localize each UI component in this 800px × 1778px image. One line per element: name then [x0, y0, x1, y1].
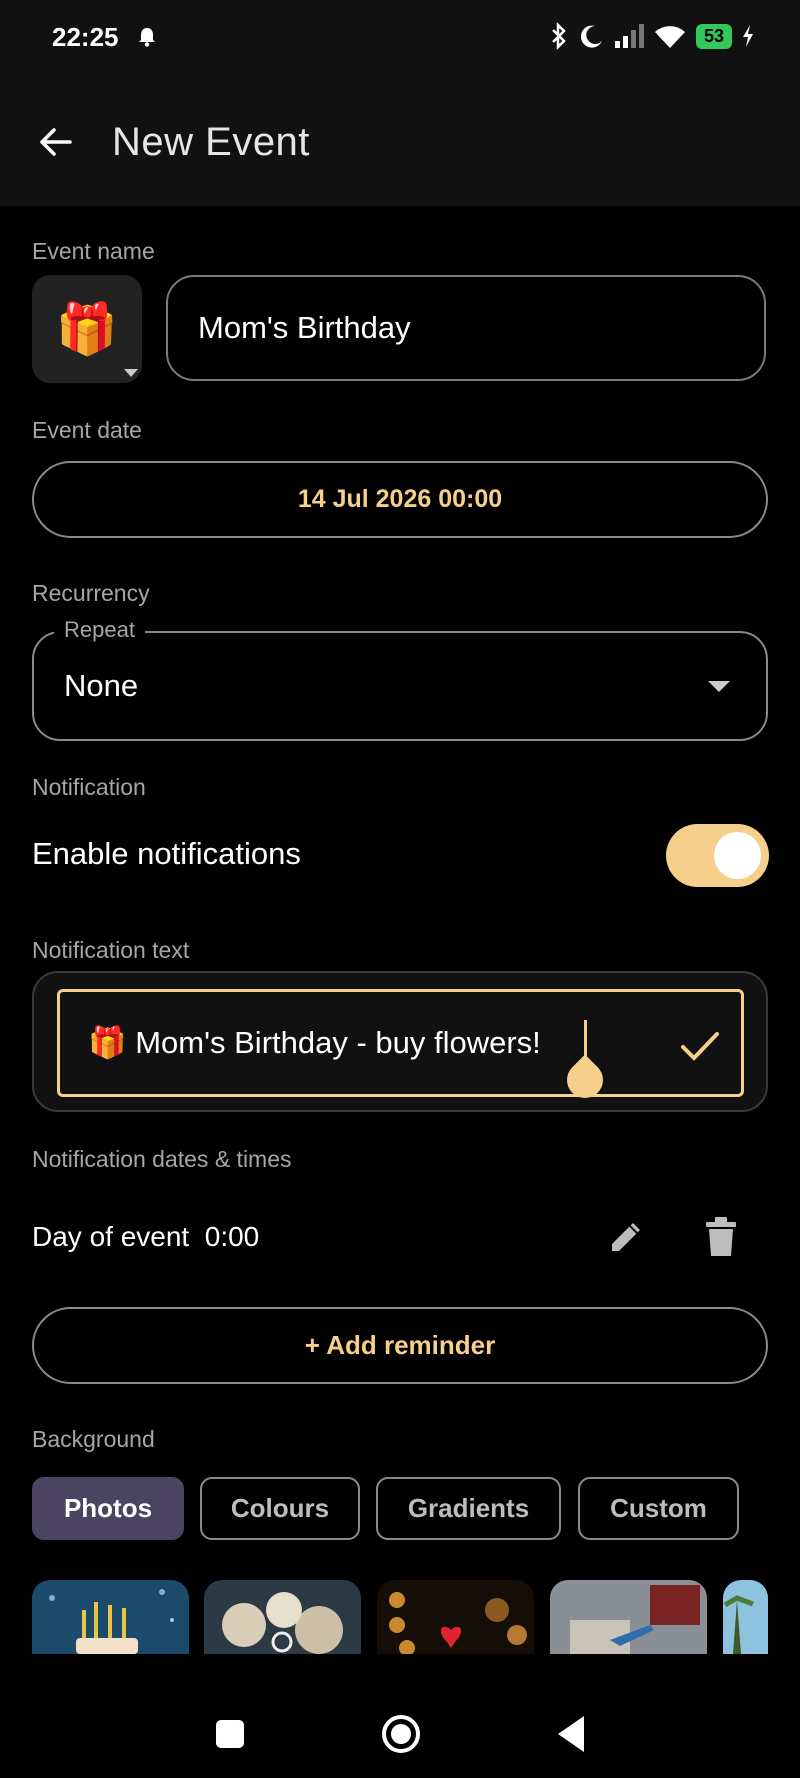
background-photo-travel[interactable] [550, 1580, 707, 1654]
notification-text-value: 🎁 Mom's Birthday - buy flowers! [88, 1025, 541, 1060]
notification-text-label: Notification text [32, 937, 190, 963]
battery-icon: 53 [695, 23, 732, 49]
signal-icon [614, 24, 644, 48]
cursor-handle[interactable] [559, 1054, 611, 1106]
tab-colours[interactable]: Colours [200, 1477, 360, 1540]
wifi-icon [654, 26, 685, 48]
add-reminder-button[interactable]: + Add reminder [32, 1307, 768, 1384]
tab-photos[interactable]: Photos [32, 1477, 184, 1540]
background-label: Background [32, 1426, 155, 1452]
charging-icon [743, 25, 753, 47]
event-name-input[interactable]: Mom's Birthday [166, 275, 766, 381]
page-title: New Event [112, 120, 310, 164]
repeat-value: None [64, 668, 139, 703]
reminder-item: Day of event 0:00 [32, 1221, 260, 1252]
app-bar: New Event [0, 78, 800, 206]
enable-notifications-toggle[interactable] [666, 824, 769, 887]
home-icon[interactable] [381, 1714, 421, 1754]
trash-icon[interactable] [702, 1216, 740, 1258]
back-arrow-icon[interactable] [36, 122, 76, 162]
notification-text-input[interactable]: 🎁 Mom's Birthday - buy flowers! [57, 989, 744, 1106]
repeat-field-label: Repeat [54, 617, 145, 643]
repeat-dropdown[interactable]: Repeat None [32, 617, 768, 741]
moon-icon [580, 25, 602, 48]
status-time: 22:25 [52, 22, 119, 52]
check-icon[interactable] [680, 1028, 720, 1064]
bell-icon [139, 28, 155, 47]
edit-icon[interactable] [606, 1217, 646, 1257]
notification-label: Notification [32, 774, 146, 800]
back-triangle-icon[interactable] [556, 1714, 586, 1754]
event-name-label: Event name [32, 238, 155, 264]
background-photo-ring[interactable] [204, 1580, 361, 1654]
background-photo-beach[interactable] [723, 1580, 768, 1654]
status-icons: 53 [550, 22, 754, 50]
dropdown-arrow-icon [708, 681, 730, 692]
notification-text-container: 🎁 Mom's Birthday - buy flowers! [32, 971, 768, 1112]
toggle-knob [714, 832, 761, 879]
tab-custom[interactable]: Custom [578, 1477, 739, 1540]
recents-icon[interactable] [216, 1720, 244, 1748]
tab-gradients[interactable]: Gradients [376, 1477, 561, 1540]
gift-icon: 🎁 [55, 300, 119, 357]
notification-times-label: Notification dates & times [32, 1146, 292, 1172]
enable-notifications-label: Enable notifications [32, 836, 301, 871]
recurrency-label: Recurrency [32, 580, 150, 606]
status-bar: 22:25 53 [0, 0, 800, 78]
background-photo-cake[interactable] [32, 1580, 189, 1654]
emoji-picker-button[interactable]: 🎁 [32, 275, 142, 383]
background-photo-heart[interactable] [377, 1580, 534, 1654]
event-date-label: Event date [32, 417, 142, 443]
event-date-button[interactable]: 14 Jul 2026 00:00 [32, 461, 768, 538]
bluetooth-icon [552, 22, 566, 50]
caret-down-icon [124, 369, 138, 377]
system-nav-bar [0, 1660, 800, 1778]
